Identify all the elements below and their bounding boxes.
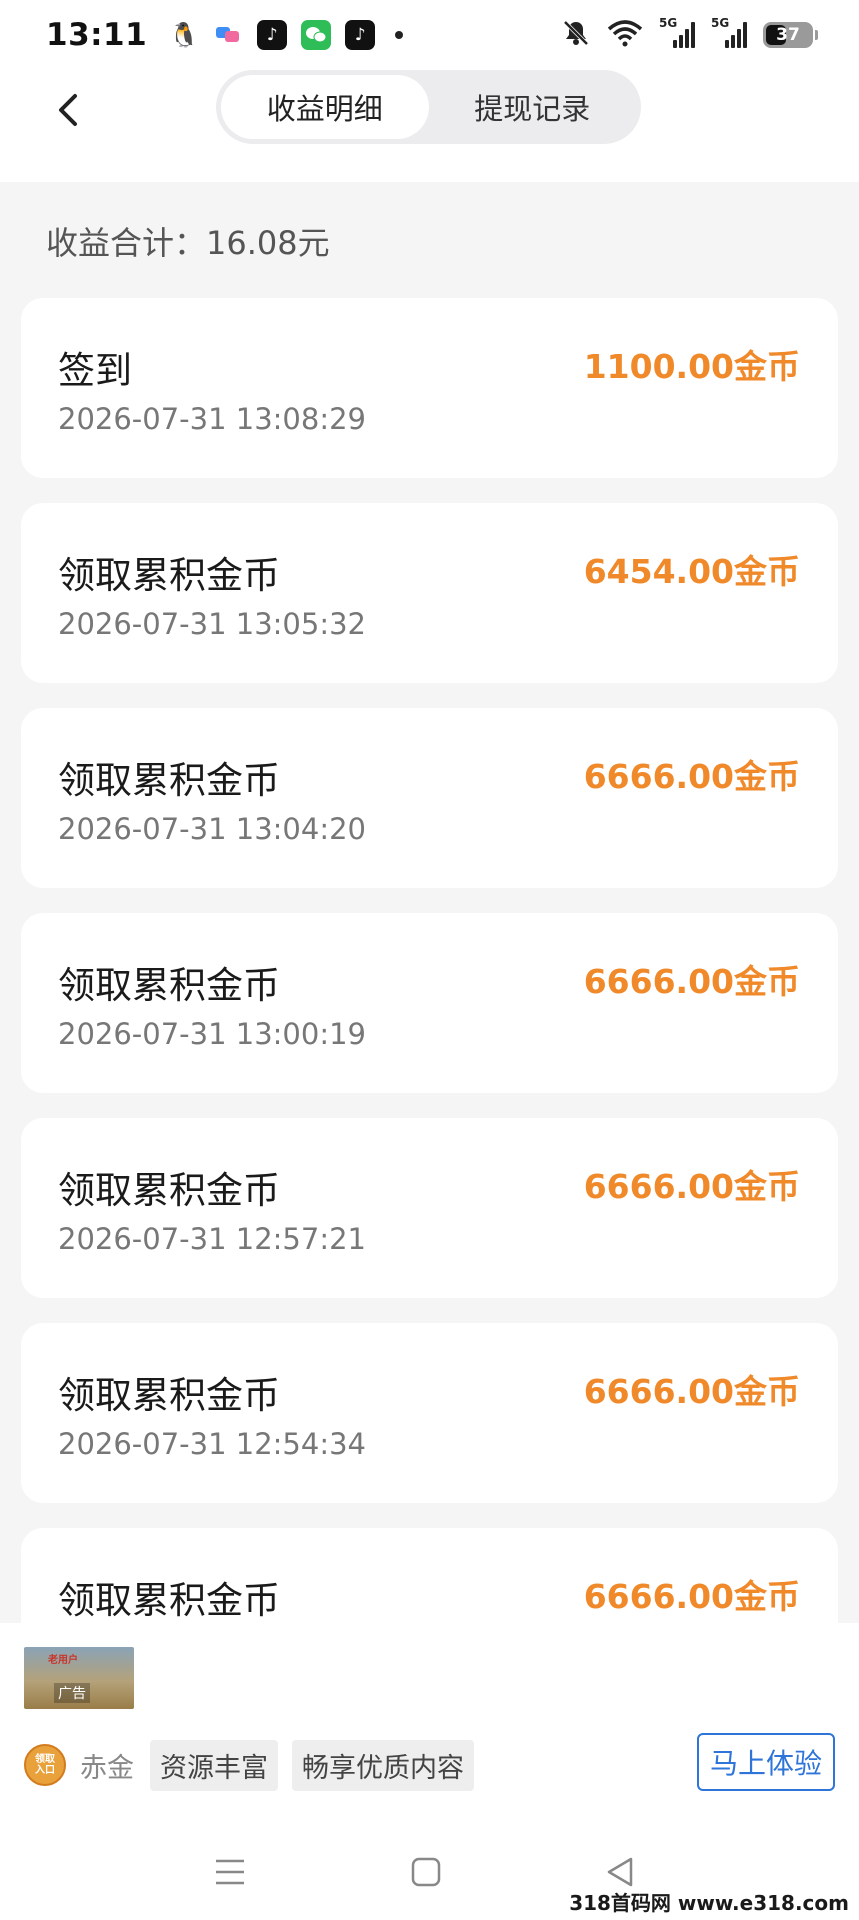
tiktok-icon: ♪ bbox=[257, 20, 288, 50]
record-title: 领取累积金币 bbox=[58, 1374, 280, 1417]
record-card: 领取累积金币 2026-07-31 12:57:21 6666.00 金币 bbox=[21, 1118, 838, 1298]
menu-icon bbox=[216, 1859, 244, 1884]
earnings-total: 收益合计： 16.08元 bbox=[46, 218, 330, 264]
signal-label: 5G bbox=[659, 16, 678, 30]
navigation-bar: 318首码网 www.e318.com bbox=[0, 1823, 859, 1920]
im-icon bbox=[213, 20, 243, 50]
more-notifications-dot bbox=[395, 31, 404, 39]
record-time: 2026-07-31 13:08:29 bbox=[58, 402, 366, 436]
screen: 13:11 🐧 ♪ ♪ 5G 5G 37 收益明细 提现记录 收益合计： 16.… bbox=[0, 0, 859, 1920]
back-button[interactable] bbox=[48, 90, 88, 130]
record-amount-value: 6666.00 bbox=[583, 1167, 734, 1206]
header: 收益明细 提现记录 bbox=[0, 70, 859, 182]
earnings-total-value: 16.08元 bbox=[206, 224, 330, 262]
record-amount-unit: 金币 bbox=[734, 757, 800, 796]
battery-icon: 37 bbox=[763, 22, 818, 48]
watermark: 318首码网 www.e318.com bbox=[569, 1891, 849, 1915]
record-card: 领取累积金币 2026-07-31 13:00:19 6666.00 金币 bbox=[21, 913, 838, 1093]
ad-chip: 资源丰富 bbox=[150, 1739, 278, 1791]
status-bar: 13:11 🐧 ♪ ♪ 5G 5G 37 bbox=[0, 0, 859, 70]
record-time: 2026-07-31 13:00:19 bbox=[58, 1017, 366, 1051]
record-title: 领取累积金币 bbox=[58, 964, 280, 1007]
record-title: 领取累积金币 bbox=[58, 1169, 280, 1212]
record-amount: 6454.00 金币 bbox=[584, 545, 800, 593]
mute-icon bbox=[561, 18, 591, 52]
qq-icon: 🐧 bbox=[169, 21, 200, 49]
records-list[interactable]: 签到 2026-07-31 13:08:29 1100.00 金币 领取累积金币 … bbox=[21, 298, 838, 1623]
home-icon bbox=[411, 1857, 441, 1886]
record-amount-unit: 金币 bbox=[734, 1372, 800, 1411]
record-title: 领取累积金币 bbox=[58, 759, 280, 802]
signal-icon: 5G bbox=[659, 16, 695, 48]
record-time: 2026-07-31 12:57:21 bbox=[58, 1222, 366, 1256]
record-title: 领取累积金币 bbox=[58, 1579, 280, 1622]
record-amount-value: 6666.00 bbox=[583, 1372, 734, 1411]
record-amount: 6666.00 金币 bbox=[584, 1365, 800, 1413]
ad-image-text: 老用户 bbox=[48, 1655, 78, 1666]
record-amount: 6666.00 金币 bbox=[584, 1160, 800, 1208]
record-amount-value: 1100.00 bbox=[583, 347, 734, 386]
ad-logo: 领取入口 bbox=[24, 1744, 66, 1786]
back-triangle-icon bbox=[607, 1857, 633, 1886]
ad-chip: 畅享优质内容 bbox=[292, 1739, 474, 1791]
system-icons: 5G 5G 37 bbox=[561, 0, 818, 70]
battery-level: 37 bbox=[776, 25, 800, 45]
record-amount-value: 6666.00 bbox=[583, 757, 734, 796]
tab-switcher: 收益明细 提现记录 bbox=[216, 70, 641, 144]
ad-brand: 赤金 bbox=[80, 1752, 134, 1784]
record-amount: 6666.00 金币 bbox=[584, 955, 800, 1003]
ad-image[interactable]: 老用户 广告 bbox=[24, 1647, 134, 1709]
record-card: 领取累积金币 2026-07-31 13:04:20 6666.00 金币 bbox=[21, 708, 838, 888]
record-time: 2026-07-31 13:04:20 bbox=[58, 812, 366, 846]
record-amount-unit: 金币 bbox=[734, 1577, 800, 1616]
tab-earnings-detail[interactable]: 收益明细 bbox=[221, 75, 429, 139]
signal-label: 5G bbox=[711, 16, 730, 30]
record-amount-unit: 金币 bbox=[734, 962, 800, 1001]
record-amount: 6666.00 金币 bbox=[584, 750, 800, 798]
record-time: 2026-07-31 12:54:34 bbox=[58, 1427, 366, 1461]
record-amount: 6666.00 金币 bbox=[584, 1570, 800, 1618]
record-amount-value: 6666.00 bbox=[583, 1577, 734, 1616]
status-time: 13:11 bbox=[46, 17, 148, 53]
ad-cta-button[interactable]: 马上体验 bbox=[697, 1733, 835, 1791]
chevron-left-icon bbox=[59, 94, 77, 126]
record-amount-value: 6666.00 bbox=[583, 962, 734, 1001]
ad-logo-text: 领取入口 bbox=[35, 1754, 55, 1776]
record-card: 领取累积金币 2026-07-31 13:05:32 6454.00 金币 bbox=[21, 503, 838, 683]
record-time: 2026-07-31 13:05:32 bbox=[58, 607, 366, 641]
wechat-icon bbox=[301, 20, 332, 50]
record-title: 领取累积金币 bbox=[58, 554, 280, 597]
earnings-total-label: 收益合计： bbox=[46, 224, 207, 262]
record-card: 签到 2026-07-31 13:08:29 1100.00 金币 bbox=[21, 298, 838, 478]
record-title: 签到 bbox=[58, 349, 132, 392]
menu-nav-button[interactable] bbox=[200, 1823, 260, 1920]
record-amount-unit: 金币 bbox=[734, 552, 800, 591]
home-nav-button[interactable] bbox=[396, 1823, 456, 1920]
signal-icon: 5G bbox=[711, 16, 747, 48]
record-amount-unit: 金币 bbox=[734, 1167, 800, 1206]
record-card: 领取累积金币 2026-07-31 12:54:34 6666.00 金币 bbox=[21, 1323, 838, 1503]
ad-tag: 广告 bbox=[54, 1683, 90, 1703]
record-amount-value: 6454.00 bbox=[583, 552, 734, 591]
tab-withdrawal-records[interactable]: 提现记录 bbox=[429, 75, 637, 139]
tiktok-icon: ♪ bbox=[345, 20, 376, 50]
record-amount-unit: 金币 bbox=[734, 347, 800, 386]
wifi-icon bbox=[607, 19, 643, 51]
notification-icons: 🐧 ♪ ♪ bbox=[169, 20, 404, 50]
record-card: 领取累积金币 6666.00 金币 bbox=[21, 1528, 838, 1623]
ad-banner[interactable]: 老用户 广告 领取入口 赤金 资源丰富 畅享优质内容 马上体验 bbox=[0, 1623, 859, 1823]
record-amount: 1100.00 金币 bbox=[584, 340, 800, 388]
